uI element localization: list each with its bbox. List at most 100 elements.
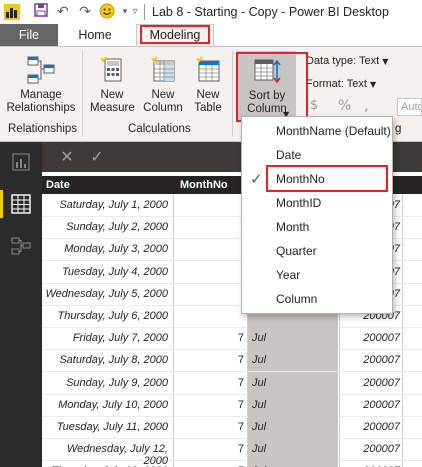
data-type-dropdown[interactable]: Data type: Text ▼ <box>306 55 388 67</box>
menu-item-label: Column <box>276 292 318 306</box>
cell-monthname: Jul <box>248 327 338 350</box>
cell-monthno: 7 <box>237 421 244 433</box>
cell-monthname: Jul <box>248 438 338 461</box>
commit-icon[interactable]: ✓ <box>86 147 108 167</box>
new-column-label: New Column <box>143 89 183 114</box>
new-table-icon <box>193 55 223 85</box>
relationships-view-icon[interactable] <box>11 236 31 256</box>
calculator-icon <box>97 55 127 85</box>
column-header-monthno[interactable]: MonthNo <box>180 179 228 191</box>
menu-item[interactable]: Quarter <box>242 239 392 263</box>
table-row[interactable]: Tuesday, July 11, 2000 7 Jul 200007 <box>42 416 422 439</box>
new-table-label: New Table <box>194 89 222 114</box>
currency-button[interactable]: $ <box>310 98 318 113</box>
title-separator <box>144 4 145 20</box>
sort-by-column-button[interactable]: Sort by Column ▼ <box>238 51 296 121</box>
ribbon-separator <box>82 51 83 137</box>
checkmark-icon: ✓ <box>250 170 263 188</box>
undo-icon[interactable]: ↶ <box>54 3 72 21</box>
new-column-icon <box>148 55 178 85</box>
cell-monthid: 200007 <box>363 354 400 367</box>
relationships-icon <box>26 55 56 85</box>
format-dropdown[interactable]: Format: Text ▼ <box>306 78 376 90</box>
table-row[interactable]: Friday, July 7, 2000 7 Jul 200007 <box>42 327 422 351</box>
window-title: Lab 8 - Starting - Copy - Power BI Deskt… <box>152 5 389 19</box>
cell-monthno: 7 <box>237 398 244 411</box>
active-view-indicator <box>0 190 3 218</box>
cell-monthname: Jul <box>248 416 338 438</box>
menu-item[interactable]: ✓ MonthNo <box>242 167 392 191</box>
menu-item-label: Year <box>276 268 301 282</box>
cell-monthname: Jul <box>248 349 338 372</box>
smiley-icon[interactable] <box>98 3 116 21</box>
decimal-auto-input[interactable]: Auto <box>397 98 422 116</box>
cell-date: Friday, July 7, 2000 <box>72 332 168 345</box>
cell-date: Saturday, July 1, 2000 <box>59 199 168 211</box>
cell-monthid: 200007 <box>363 421 400 433</box>
ribbon-separator <box>232 51 233 137</box>
save-icon[interactable] <box>32 3 50 21</box>
cell-date: Wednesday, July 5, 2000 <box>45 287 168 300</box>
menu-item[interactable]: Year <box>242 263 392 287</box>
menu-item-label: MonthID <box>276 196 322 210</box>
menu-item-label: Quarter <box>276 244 317 258</box>
data-view-icon[interactable] <box>11 194 31 214</box>
chevron-down-icon: ▼ <box>382 57 389 66</box>
cell-monthno: 7 <box>237 376 244 389</box>
cell-monthname: Jul <box>248 460 338 467</box>
report-view-icon[interactable] <box>11 152 31 172</box>
cell-monthid: 200007 <box>363 332 400 345</box>
new-measure-label: New Measure <box>90 89 135 114</box>
sort-by-column-icon <box>252 56 282 86</box>
menu-item-label: Month <box>276 220 310 234</box>
cell-monthname: Jul <box>248 371 338 394</box>
menu-item[interactable]: Month <box>242 215 392 239</box>
group-relationships: Relationships <box>8 123 78 135</box>
menu-item[interactable]: MonthID <box>242 191 392 215</box>
cell-date: Sunday, July 9, 2000 <box>66 376 168 389</box>
new-column-button[interactable]: New Column <box>140 55 186 115</box>
table-row[interactable]: Saturday, July 8, 2000 7 Jul 200007 <box>42 349 422 373</box>
group-formatting-partial: g <box>395 123 402 135</box>
customize-icon[interactable]: ▿ <box>126 3 144 21</box>
manage-relationships-label: Manage Relationships <box>6 89 76 114</box>
column-header-date[interactable]: Date <box>46 179 70 191</box>
redo-icon[interactable]: ↷ <box>76 3 94 21</box>
cell-monthno: 7 <box>237 443 244 456</box>
cell-date: Monday, July 3, 2000 <box>64 243 168 256</box>
menu-item[interactable]: MonthName (Default) <box>242 119 392 143</box>
title-bar: ↶ ↷ ▾ ▿ Lab 8 - Starting - Copy - Power … <box>0 0 422 24</box>
tab-home[interactable]: Home <box>70 24 120 46</box>
table-row[interactable]: Thursday, July 13, 20007Jul200007 <box>42 460 422 467</box>
chevron-down-icon: ▼ <box>370 80 377 89</box>
cell-date: Thursday, July 6, 2000 <box>57 310 168 322</box>
menu-item[interactable]: Column <box>242 287 392 311</box>
menu-item-label: MonthNo <box>276 172 325 186</box>
percent-button[interactable]: % <box>338 98 351 114</box>
table-row[interactable]: Monday, July 10, 2000 7 Jul 200007 <box>42 393 422 417</box>
cell-monthno: 7 <box>237 354 244 367</box>
cell-date: Monday, July 10, 2000 <box>58 398 168 411</box>
cell-monthid: 200007 <box>363 376 400 389</box>
manage-relationships-button[interactable]: Manage Relationships <box>4 55 78 115</box>
cell-monthid: 200007 <box>363 443 400 456</box>
table-row[interactable]: Sunday, July 9, 2000 7 Jul 200007 <box>42 371 422 395</box>
table-row[interactable]: Wednesday, July 12, 2000 7 Jul 200007 <box>42 438 422 467</box>
power-bi-logo-icon <box>4 4 20 20</box>
cell-monthname: Jul <box>248 393 338 416</box>
data-type-label: Data type: Text <box>306 55 380 67</box>
new-measure-button[interactable]: New Measure <box>90 55 135 115</box>
comma-button[interactable]: , <box>364 96 369 114</box>
tab-file[interactable]: File <box>0 24 58 46</box>
sort-by-column-menu: MonthName (Default) Date ✓ MonthNo MonthID Mo… <box>241 116 393 314</box>
cancel-icon[interactable]: ✕ <box>56 147 78 167</box>
left-nav <box>0 142 42 467</box>
menu-item[interactable]: Date <box>242 143 392 167</box>
cell-date: Tuesday, July 11, 2000 <box>56 421 168 433</box>
cell-monthno: 7 <box>237 332 244 345</box>
cell-monthid: 200007 <box>363 398 400 411</box>
tab-modeling[interactable]: Modeling <box>136 24 214 46</box>
new-table-button[interactable]: New Table <box>190 55 226 115</box>
group-calculations: Calculations <box>128 123 191 135</box>
cell-date: Tuesday, July 4, 2000 <box>62 265 168 278</box>
